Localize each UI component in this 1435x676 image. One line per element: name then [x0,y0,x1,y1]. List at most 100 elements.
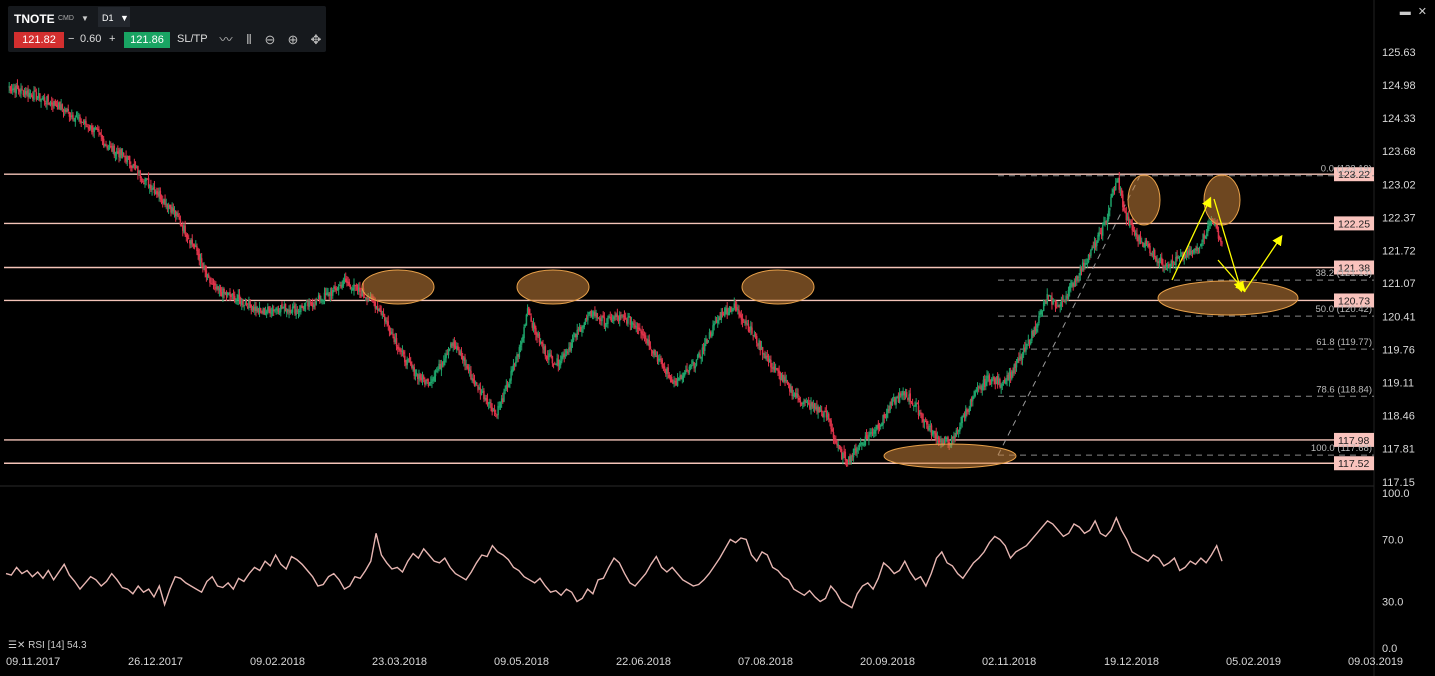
candle-body [712,325,714,335]
candle-body [1054,299,1057,307]
candle-body [683,372,686,376]
candle-body [688,366,691,373]
candle-body [68,111,71,117]
candle-body [414,374,417,377]
candle-body [34,90,36,92]
candle-body [99,132,101,135]
candle-body [1046,294,1048,304]
close-icon[interactable]: ✕ [17,640,25,651]
sltp-button[interactable]: SL/TP [177,33,208,45]
x-tick-label: 22.06.2018 [616,656,671,668]
highlight-ellipse [1157,280,1299,316]
x-tick-label: 20.09.2018 [860,656,915,668]
candle-body [468,369,471,371]
candle-body [596,313,599,318]
candle-body [551,356,554,364]
candle-body [623,316,626,318]
candle-body [1071,282,1073,284]
y-tick-label: 123.02 [1382,179,1416,191]
candle-body [581,329,583,333]
menu-icon[interactable]: ☰ [8,640,17,651]
zoom-out-icon[interactable]: ⊖ [260,30,280,50]
volume-value[interactable]: 0.60 [80,33,101,45]
candle-body [791,386,793,397]
candle-body [1065,295,1067,302]
y-tick-label: 117.81 [1382,444,1415,456]
line-chart-icon[interactable]: 〰 [216,30,236,50]
candle-body [327,292,329,294]
candle-body [141,181,144,183]
candle-body [850,456,852,463]
candle-body [737,309,739,311]
candle-body [1110,197,1112,207]
candle-body [332,289,334,296]
candle-body [67,108,69,112]
y-tick-label: 118.46 [1382,411,1415,423]
x-tick-label: 09.03.2019 [1348,656,1403,668]
candle-body [1091,247,1093,250]
zoom-in-icon[interactable]: ⊕ [283,30,303,50]
plus-icon[interactable]: + [109,33,115,45]
candle-body [607,317,609,324]
candle-body [382,313,385,316]
candle-body [732,308,734,312]
candle-body [1090,249,1092,256]
candle-body [616,314,619,317]
candle-body [243,304,245,306]
candle-body [1220,237,1222,242]
candle-body [1084,264,1086,267]
buy-price-button[interactable]: 121.86 [124,32,170,48]
candles-icon[interactable]: ⫴ [239,30,259,50]
candle-body [905,392,908,398]
candle-body [363,296,366,298]
candle-body [503,391,505,402]
candle-body [515,361,517,367]
candle-body [512,364,515,371]
timeframe-selector[interactable]: D1 ▼ [98,7,130,27]
x-tick-label: 19.12.2018 [1104,656,1159,668]
candle-body [910,401,913,403]
price-tag-label: 117.52 [1338,458,1369,470]
candle-body [776,368,778,370]
candle-body [1037,324,1039,328]
candle-body [290,312,293,314]
candle-body [223,288,225,293]
candle-body [1123,206,1125,211]
candle-body [1075,275,1078,281]
candle-body [396,346,399,349]
candle-body [245,303,248,306]
candle-body [448,348,451,351]
price-tag-label: 122.25 [1338,218,1370,230]
candle-body [667,367,669,374]
candle-body [831,428,834,432]
candle-body [430,382,432,384]
candle-body [1035,328,1038,332]
candle-body [572,337,575,341]
minus-icon[interactable]: − [68,33,74,45]
highlight-ellipse [516,269,590,305]
candle-body [587,315,589,321]
candle-body [106,145,108,149]
chart-canvas[interactable]: 123.22122.25121.38120.73117.98117.52 0.0… [0,0,1435,676]
rsi-y-tick-label: 30.0 [1382,597,1403,609]
candle-body [165,203,167,205]
minimize-icon[interactable]: ▬ [1400,6,1411,18]
crosshair-icon[interactable]: ✥ [306,30,326,50]
candle-body [476,383,478,385]
rsi-label-text: RSI [14] 54.3 [28,640,87,651]
candle-body [530,316,532,322]
candle-body [415,372,418,375]
close-icon[interactable]: ✕ [1418,6,1427,18]
highlight-ellipse [883,443,1017,469]
candle-body [654,349,656,356]
candle-body [570,342,573,351]
candle-body [35,92,38,100]
sell-price-button[interactable]: 121.82 [14,32,64,48]
symbol-label[interactable]: TNOTE [14,12,55,26]
candle-body [395,338,398,347]
candle-body [76,117,79,119]
x-tick-label: 09.11.2017 [6,656,60,668]
chevron-down-icon[interactable]: ▼ [81,14,89,23]
y-tick-label: 120.41 [1382,312,1416,324]
fib-level-label: 38.2 (121.13) [1315,268,1372,279]
